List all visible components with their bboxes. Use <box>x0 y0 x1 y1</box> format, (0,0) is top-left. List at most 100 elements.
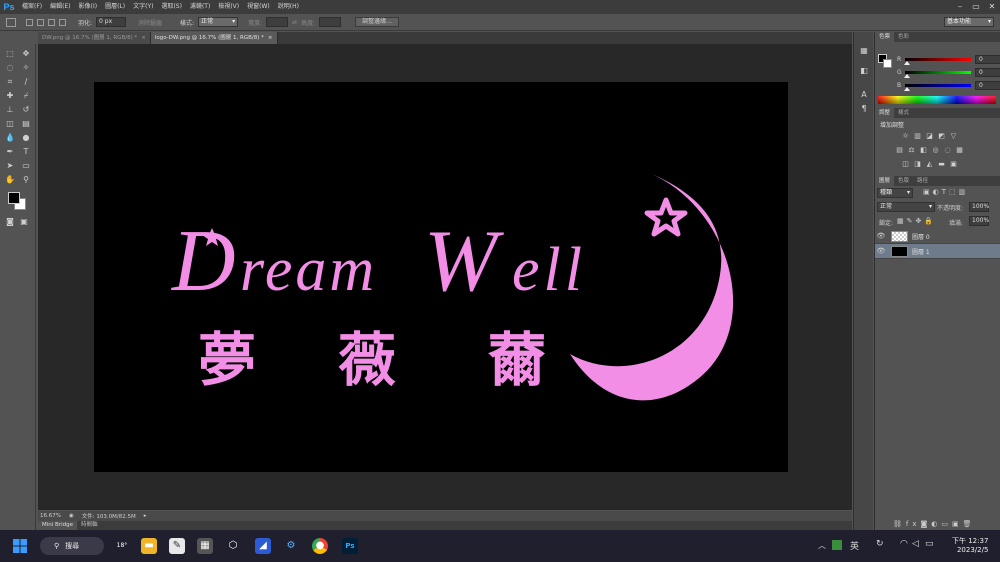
menu-layer[interactable]: 圖層(L) <box>101 0 129 14</box>
document-canvas[interactable]: D ream W ell 夢 薇 薾 <box>94 82 788 472</box>
tab-mini-bridge[interactable]: Mini Bridge <box>38 521 77 530</box>
slider-thumb-icon[interactable] <box>904 60 910 65</box>
photo-filter-icon[interactable]: ◎ <box>931 146 940 154</box>
fill-input[interactable]: 100% <box>969 216 989 226</box>
blend-mode-select[interactable]: 正常 ▾ <box>877 202 935 212</box>
marquee-preset-icon[interactable] <box>6 17 16 27</box>
lock-icons[interactable]: ▦✎✥🔒 <box>897 217 936 225</box>
menu-select[interactable]: 選取(S) <box>157 0 186 14</box>
volume-icon[interactable]: ◁ <box>912 539 919 549</box>
crop-tool-icon[interactable]: ⌗ <box>3 76 17 87</box>
tab-layers[interactable]: 圖層 <box>875 176 895 186</box>
antialias-checkbox[interactable]: 消除鋸齒 <box>138 18 162 27</box>
type-tool-icon[interactable]: T <box>19 146 33 157</box>
menu-view[interactable]: 檢視(V) <box>214 0 243 14</box>
color-spectrum[interactable] <box>878 96 996 104</box>
gradient-map-icon[interactable]: ▬ <box>937 160 946 168</box>
chrome-icon[interactable]: ● <box>312 538 328 554</box>
properties-panel-icon[interactable]: ◧ <box>858 66 870 76</box>
battery-icon[interactable]: ▭ <box>925 539 934 549</box>
workspace-select[interactable]: 基本功能 ▾ <box>944 17 994 27</box>
menu-filter[interactable]: 濾鏡(T) <box>186 0 214 14</box>
character-panel-icon[interactable]: A <box>858 90 870 100</box>
refine-edge-button[interactable]: 調整邊緣... <box>355 17 399 27</box>
feather-input[interactable]: 0 px <box>96 17 127 27</box>
exposure-icon[interactable]: ◩ <box>937 132 946 140</box>
menu-type[interactable]: 文字(Y) <box>129 0 157 14</box>
tab-logo-dw-png[interactable]: logo-DW.png @ 16.7% (圖層 1, RGB/8) * × <box>150 32 278 44</box>
screen-mode-icon[interactable]: ▣ <box>17 216 31 227</box>
hue-saturation-icon[interactable]: ▤ <box>895 146 904 154</box>
path-select-icon[interactable]: ➤ <box>3 160 17 171</box>
rectangle-tool-icon[interactable]: ▭ <box>19 160 33 171</box>
menu-window[interactable]: 視窗(W) <box>243 0 274 14</box>
paragraph-panel-icon[interactable]: ¶ <box>858 104 870 114</box>
eye-icon[interactable]: 👁 <box>875 247 887 255</box>
layers-footer-icons[interactable]: ⛓fx◙◐▭▣🗑 <box>893 520 976 528</box>
layer-row-0[interactable]: 👁 圖層 0 <box>875 229 1000 244</box>
layer-filter-icons[interactable]: ▣◐T⬚▥ <box>923 188 968 196</box>
levels-icon[interactable]: ▥ <box>913 132 922 140</box>
close-button[interactable]: ✕ <box>984 0 1000 14</box>
eyedropper-icon[interactable]: ∕ <box>19 76 33 87</box>
close-icon[interactable]: × <box>141 32 146 44</box>
swap-icon[interactable]: ⇄ <box>292 19 297 26</box>
threshold-icon[interactable]: ◭ <box>925 160 934 168</box>
eye-icon[interactable]: 👁 <box>875 232 887 240</box>
pen-tool-icon[interactable]: ✒ <box>3 146 17 157</box>
tab-paths[interactable]: 路徑 <box>913 176 932 186</box>
maximize-button[interactable]: ▭ <box>968 0 984 14</box>
blur-tool-icon[interactable]: 💧 <box>3 132 17 143</box>
add-selection-icon[interactable] <box>37 18 44 26</box>
green-slider[interactable] <box>904 70 971 78</box>
height-input[interactable] <box>319 17 342 27</box>
history-panel-icon[interactable]: ▦ <box>858 46 870 56</box>
history-brush-icon[interactable]: ↺ <box>19 104 33 115</box>
tab-channels[interactable]: 色版 <box>894 176 913 186</box>
windows-start-icon[interactable] <box>12 538 28 554</box>
healing-brush-icon[interactable]: ✚ <box>3 90 17 101</box>
menu-image[interactable]: 影像(I) <box>75 0 101 14</box>
app-icon-1[interactable]: ✎ <box>169 538 185 554</box>
magic-wand-icon[interactable]: ✧ <box>19 62 33 73</box>
subtract-selection-icon[interactable] <box>48 18 55 26</box>
settings-icon[interactable]: ⚙ <box>283 538 299 554</box>
opacity-input[interactable]: 100% <box>969 202 989 212</box>
intersect-selection-icon[interactable] <box>59 18 66 26</box>
app-icon-2[interactable]: ⬡ <box>225 538 241 554</box>
tab-adjustments[interactable]: 調整 <box>875 108 895 118</box>
black-white-icon[interactable]: ◧ <box>919 146 928 154</box>
width-input[interactable] <box>266 17 289 27</box>
blue-value[interactable]: 0 <box>975 80 1000 90</box>
curves-icon[interactable]: ◪ <box>925 132 934 140</box>
lasso-tool-icon[interactable]: ◌ <box>3 62 17 73</box>
weather-icon[interactable]: 18° <box>114 538 130 554</box>
brush-tool-icon[interactable]: ⌿ <box>19 90 33 101</box>
minimize-button[interactable]: – <box>952 0 968 14</box>
wifi-icon[interactable]: ◠ <box>900 539 908 549</box>
clone-stamp-icon[interactable]: ⊥ <box>3 104 17 115</box>
gradient-tool-icon[interactable]: ▤ <box>19 118 33 129</box>
slider-thumb-icon[interactable] <box>904 86 910 91</box>
selective-color-icon[interactable]: ▣ <box>949 160 958 168</box>
green-value[interactable]: 0 <box>975 67 1000 77</box>
eraser-tool-icon[interactable]: ◫ <box>3 118 17 129</box>
file-explorer-icon[interactable]: ▬ <box>141 538 157 554</box>
marquee-tool-icon[interactable]: ⬚ <box>3 48 17 59</box>
menu-edit[interactable]: 編輯(E) <box>46 0 74 14</box>
blue-slider[interactable] <box>904 83 971 91</box>
tab-dw-png[interactable]: DW.png @ 16.7% (圖層 1, RGB/8) * × <box>38 32 151 44</box>
tab-color[interactable]: 色彩 <box>894 32 913 42</box>
red-slider[interactable] <box>904 57 971 65</box>
color-lookup-icon[interactable]: ▦ <box>955 146 964 154</box>
tray-app-icon[interactable] <box>832 540 842 550</box>
posterize-icon[interactable]: ◨ <box>913 160 922 168</box>
layer-row-1[interactable]: 👁 圖層 1 <box>875 244 1000 259</box>
photoshop-taskbar-icon[interactable]: Ps <box>342 538 358 554</box>
dodge-tool-icon[interactable]: ● <box>19 132 33 143</box>
brightness-icon[interactable]: ☼ <box>901 132 910 140</box>
panel-background-swatch[interactable] <box>883 59 892 68</box>
color-balance-icon[interactable]: ⚖ <box>907 146 916 154</box>
status-options-icon[interactable]: ◉ <box>69 513 74 519</box>
status-arrow-icon[interactable]: ▸ <box>144 513 147 519</box>
